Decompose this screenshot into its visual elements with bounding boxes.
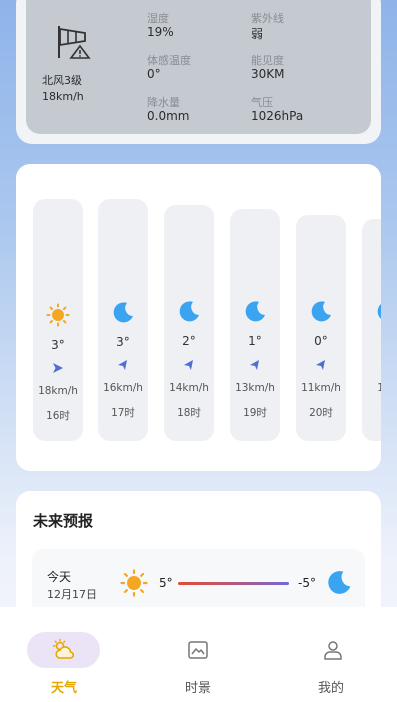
nav-label-scenery: 时景 [184, 681, 211, 696]
forecast-temp-high: -5° [298, 576, 316, 590]
moon-icon [113, 302, 133, 323]
nav-tab-scenery[interactable]: 时景 [132, 607, 264, 702]
hourly-forecast-card[interactable]: 3° 18km/h 16时 3° 16km/h 17时 2° 14km/h 18… [16, 164, 381, 471]
hourly-wind-speed: 16km/h [103, 382, 143, 394]
hourly-wind-speed: 11k [377, 382, 381, 394]
pressure-value: 1026hPa [251, 109, 304, 123]
wind-arrow-icon [53, 363, 63, 373]
humidity-value: 19% [147, 25, 174, 39]
uv-value: 弱 [251, 27, 264, 41]
hourly-time: 18时 [177, 407, 201, 419]
nav-tab-weather[interactable]: 天气 [0, 607, 132, 702]
picture-icon [188, 641, 208, 659]
visibility-label: 能见度 [251, 54, 284, 67]
forecast-date: 12月17日 [47, 588, 97, 601]
visibility-value: 30KM [251, 67, 285, 81]
sun-icon [46, 303, 70, 327]
forecast-day-name: 今天 [47, 570, 72, 584]
hourly-time: 19时 [243, 407, 267, 419]
wind-arrow-icon [184, 360, 193, 370]
hourly-temp: - [362, 334, 381, 348]
forecast-title: 未来预报 [33, 512, 94, 530]
hourly-wind-speed: 18km/h [38, 385, 78, 397]
feels-like-value: 0° [147, 67, 161, 81]
nav-tab-profile[interactable]: 我的 [265, 607, 397, 702]
wind-arrow-icon [118, 360, 127, 370]
hourly-item[interactable]: 3° 18km/h 16时 [33, 199, 83, 441]
temperature-range-bar [178, 582, 289, 585]
hourly-temp: 2° [182, 334, 196, 348]
bottom-navigation: 天气 时景 我的 [0, 607, 397, 702]
hourly-item[interactable]: - 11k 2 [362, 219, 381, 441]
windsock-icon [58, 26, 91, 59]
weather-detail-panel [26, 0, 371, 134]
hourly-wind-speed: 11km/h [301, 382, 341, 394]
wind-direction: 北风3级 [42, 74, 82, 87]
hourly-time: 16时 [46, 410, 70, 422]
precipitation-value: 0.0mm [147, 109, 190, 123]
hourly-wind-speed: 14km/h [169, 382, 209, 394]
pressure-label: 气压 [251, 96, 273, 109]
weather-icon [52, 638, 75, 659]
hourly-item[interactable]: 0° 11km/h 20时 [296, 215, 346, 441]
moon-icon [179, 301, 199, 322]
user-icon [324, 641, 342, 660]
hourly-wind-speed: 13km/h [235, 382, 275, 394]
hourly-item[interactable]: 1° 13km/h 19时 [230, 209, 280, 441]
wind-arrow-icon [250, 360, 259, 370]
uv-label: 紫外线 [251, 12, 284, 25]
hourly-time: 17时 [111, 407, 135, 419]
hourly-temp: 3° [51, 338, 65, 352]
moon-icon [377, 304, 381, 319]
moon-icon [328, 571, 351, 594]
hourly-temp: 3° [116, 335, 130, 349]
sun-icon [120, 569, 148, 597]
hourly-time: 2 [362, 405, 381, 417]
hourly-temp: 0° [314, 334, 328, 348]
wind-arrow-icon [316, 360, 325, 370]
moon-icon [245, 301, 265, 322]
humidity-label: 湿度 [147, 12, 169, 25]
feels-like-label: 体感温度 [147, 54, 191, 67]
wind-speed: 18km/h [42, 90, 84, 103]
hourly-item[interactable]: 2° 14km/h 18时 [164, 205, 214, 441]
hourly-item[interactable]: 3° 16km/h 17时 [98, 199, 148, 441]
precipitation-label: 降水量 [147, 96, 180, 109]
nav-label-profile: 我的 [317, 681, 344, 696]
hourly-temp: 1° [248, 334, 262, 348]
hourly-time: 20时 [309, 407, 333, 419]
moon-icon [311, 301, 331, 322]
forecast-temp-low: 5° [159, 576, 173, 590]
nav-label-weather: 天气 [50, 681, 77, 696]
